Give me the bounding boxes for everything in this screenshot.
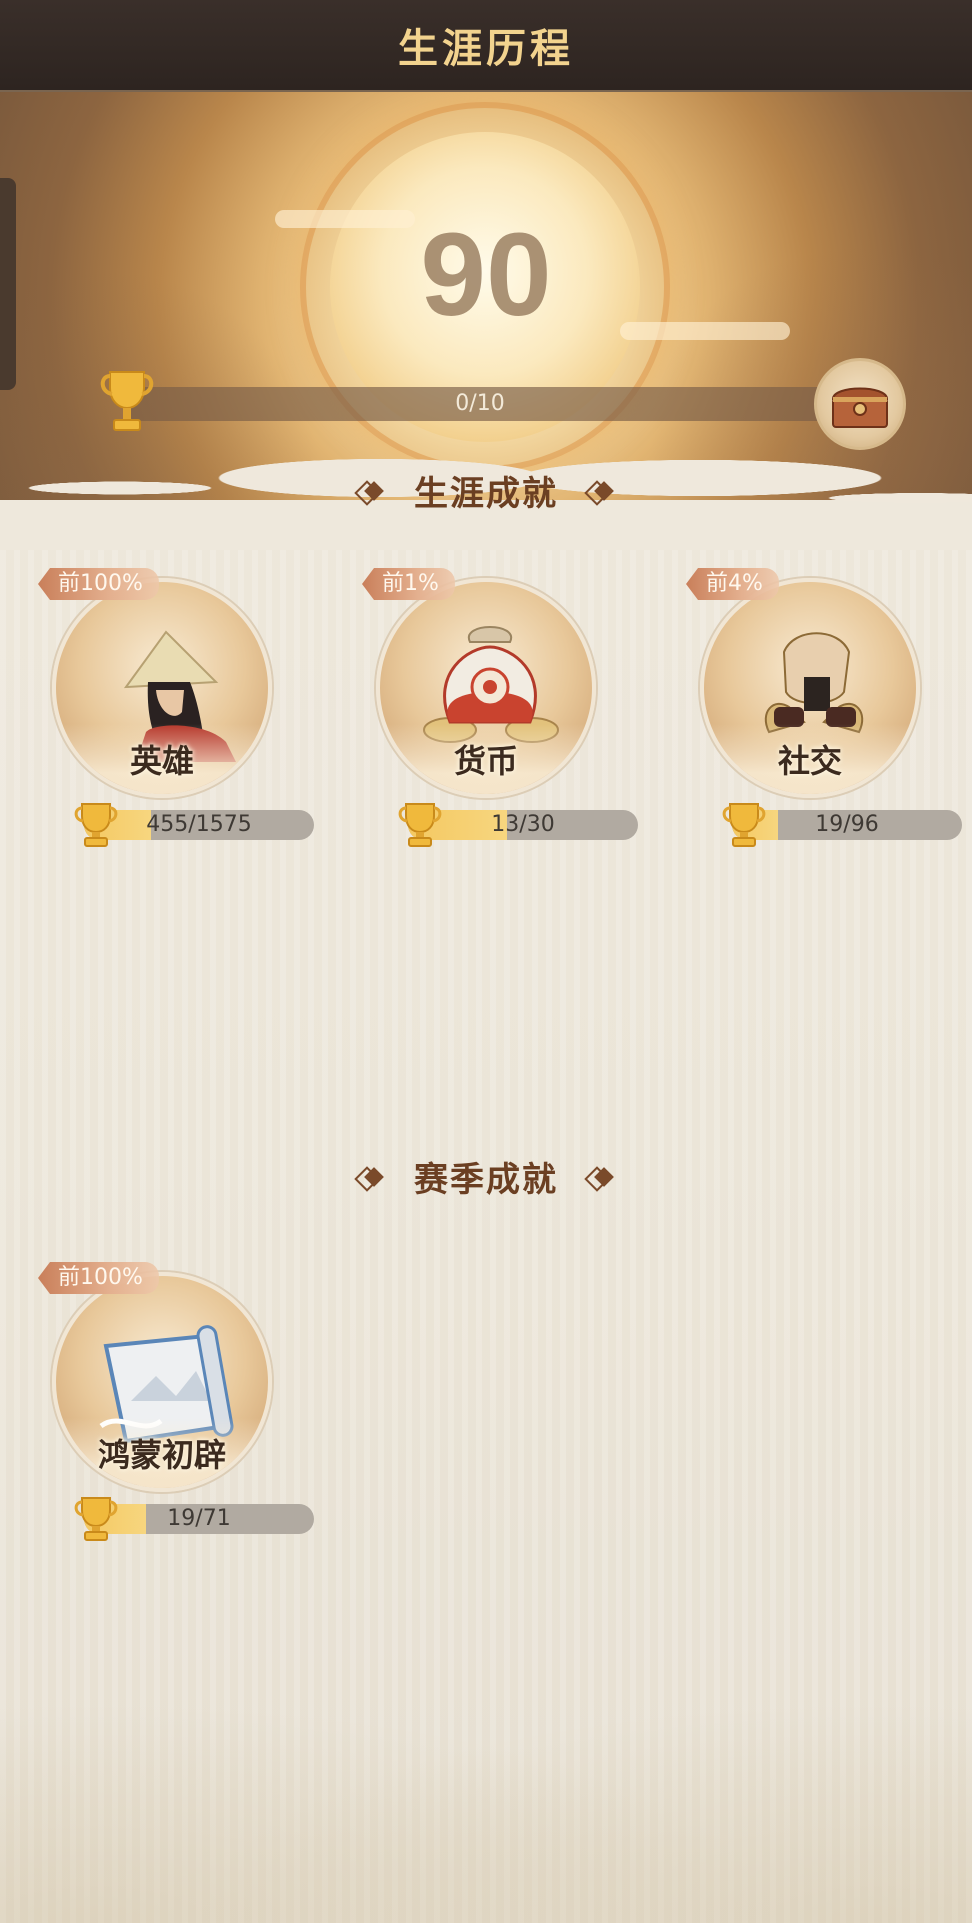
card-progress-bar: 455/1575 <box>84 810 314 840</box>
diamond-ornament-icon <box>358 1164 384 1190</box>
card-progress-bar: 19/71 <box>84 1504 314 1534</box>
rank-badge: 前1% <box>362 568 455 600</box>
header-bar: 生涯历程 <box>0 0 972 92</box>
section-title-career: 生涯成就 <box>0 466 972 515</box>
trophy-icon <box>398 803 442 847</box>
rank-badge: 前100% <box>38 1262 159 1294</box>
rank-badge: 前100% <box>38 568 159 600</box>
card-name: 货币 <box>453 742 518 780</box>
career-progress-bar: 0/10 <box>130 387 830 421</box>
diamond-ornament-icon <box>588 478 614 504</box>
card-progress-text: 13/30 <box>491 812 555 837</box>
trophy-icon <box>722 803 766 847</box>
trophy-icon <box>74 1497 118 1541</box>
card-progress-bar: 13/30 <box>408 810 638 840</box>
bottom-cloud-decoration <box>0 1643 972 1923</box>
section-title-text: 赛季成就 <box>414 1160 558 1200</box>
achievement-card-social[interactable]: 前4% 社交 19/96 <box>686 568 962 848</box>
card-name: 社交 <box>777 742 842 780</box>
achievement-card-hero[interactable]: 前100% 英雄 455/1575 <box>38 568 314 848</box>
card-name: 鸿蒙初辟 <box>97 1436 226 1474</box>
trophy-icon <box>74 803 118 847</box>
achievement-card-currency[interactable]: 前1% 货币 13/30 <box>362 568 638 848</box>
diamond-ornament-icon <box>358 478 384 504</box>
achievement-card-season[interactable]: 前100% 鸿蒙初辟 19/71 <box>38 1262 314 1542</box>
card-progress-text: 455/1575 <box>146 812 252 837</box>
diamond-ornament-icon <box>588 1164 614 1190</box>
section-title-text: 生涯成就 <box>414 474 558 514</box>
section-title-season: 赛季成就 <box>0 1152 972 1201</box>
career-progress-text: 0/10 <box>455 391 505 416</box>
card-name: 英雄 <box>129 742 194 780</box>
card-progress-text: 19/71 <box>167 1506 231 1531</box>
side-drawer-handle[interactable] <box>0 178 16 390</box>
rank-badge: 前4% <box>686 568 779 600</box>
card-progress-bar: 19/96 <box>732 810 962 840</box>
trophy-icon <box>100 371 154 431</box>
card-progress-text: 19/96 <box>815 812 879 837</box>
treasure-chest-icon <box>831 387 889 428</box>
career-score: 90 <box>420 209 552 341</box>
page-title: 生涯历程 <box>398 26 574 72</box>
reward-chest-button[interactable] <box>814 358 906 450</box>
